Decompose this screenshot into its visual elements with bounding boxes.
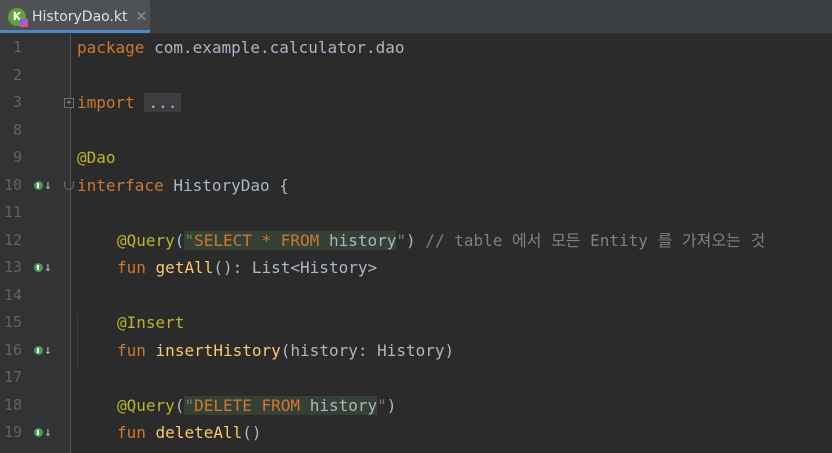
tab-label: HistoryDao.kt [32, 8, 128, 25]
line-number: 2 [12, 65, 22, 84]
line-number: 18 [3, 395, 22, 414]
active-tab-indicator [0, 30, 150, 33]
implementation-marker-icon[interactable]: ↓ [34, 419, 52, 447]
close-icon[interactable]: ✕ [136, 9, 148, 25]
folded-imports[interactable]: ... [144, 93, 182, 112]
line-number: 16 [3, 340, 22, 359]
implementation-marker-icon[interactable]: ↓ [34, 254, 52, 282]
kotlin-file-icon: K [8, 7, 28, 27]
code-line-9: @Dao [77, 148, 116, 167]
code-line-3: import ... [77, 89, 182, 117]
code-line-13: fun getAll(): List<History> [117, 258, 378, 277]
code-line-18: @Query("DELETE FROM history") [117, 395, 397, 415]
code-editor[interactable]: package com.example.calculator.dao impor… [71, 34, 832, 453]
tab-historydao-kt[interactable]: K HistoryDao.kt ✕ [0, 0, 150, 33]
code-line-15: @Insert [117, 313, 185, 332]
code-line-19: fun deleteAll() [117, 423, 262, 442]
line-number: 9 [12, 148, 22, 166]
line-number: 12 [3, 230, 22, 249]
code-line-1: package com.example.calculator.dao [77, 38, 405, 57]
line-number: 14 [3, 285, 22, 304]
code-line-12: @Query("SELECT * FROM history") // table… [117, 230, 766, 250]
line-number: 15 [3, 313, 22, 331]
line-number: 3 [12, 93, 22, 111]
line-number: 10 [3, 175, 22, 194]
line-number: 11 [3, 203, 22, 221]
editor-gutter[interactable]: 1 2 3 8 9 10 11 12 13 14 15 16 17 18 19 … [0, 34, 74, 453]
implementation-marker-icon[interactable]: ↓ [34, 172, 52, 200]
line-number: 17 [3, 368, 22, 386]
line-number: 8 [12, 120, 22, 139]
editor-tab-bar: K HistoryDao.kt ✕ [0, 0, 832, 34]
line-number: 1 [12, 38, 22, 56]
line-number: 13 [3, 258, 22, 276]
implementation-marker-icon[interactable]: ↓ [34, 337, 52, 365]
code-line-10: interface HistoryDao { [77, 175, 289, 195]
code-line-16: fun insertHistory(history: History) [117, 340, 455, 360]
line-number: 19 [3, 423, 22, 441]
indent-guide [77, 314, 78, 369]
